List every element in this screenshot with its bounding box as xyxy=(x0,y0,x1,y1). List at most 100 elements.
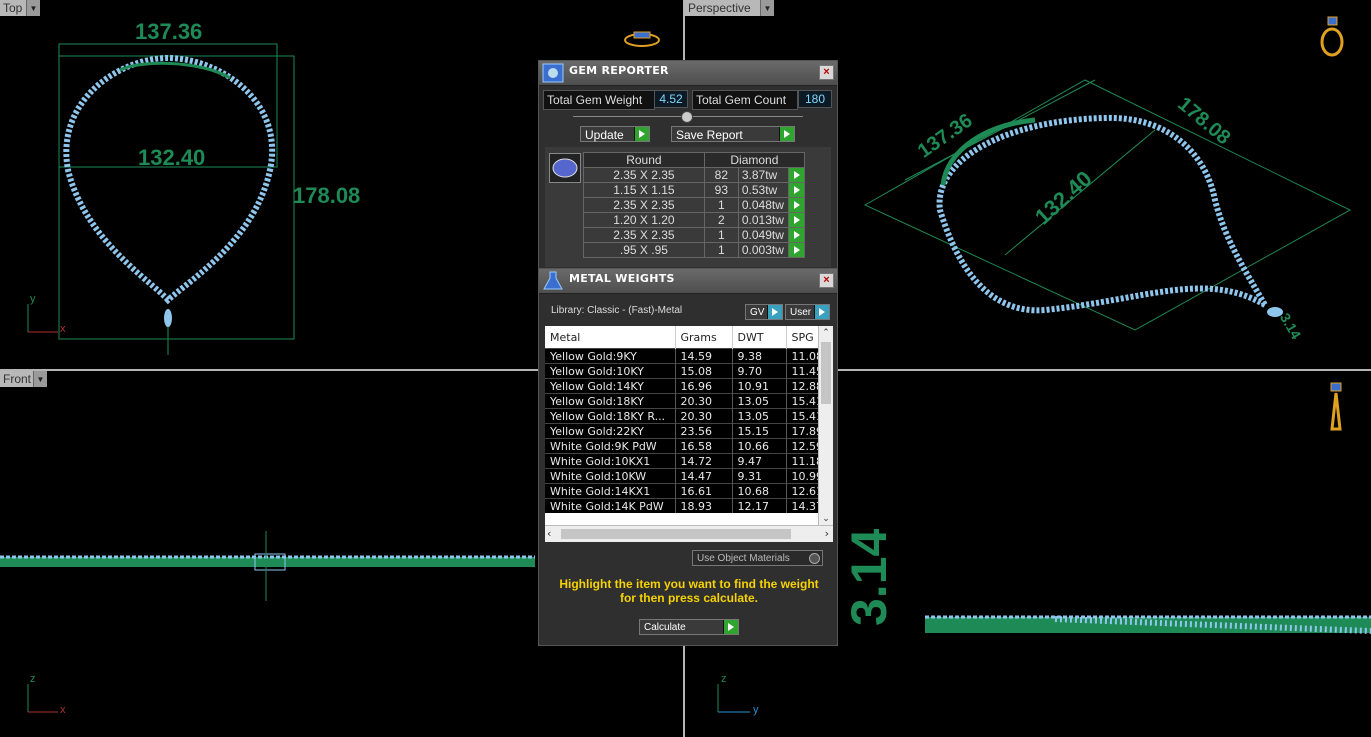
metal-dwt: 10.68 xyxy=(732,483,787,499)
update-button[interactable]: Update xyxy=(580,126,650,142)
metal-row[interactable]: White Gold:10KX1 14.72 9.47 11.18 xyxy=(545,453,833,469)
calculate-button[interactable]: Calculate xyxy=(639,619,739,635)
select-row-button[interactable] xyxy=(788,242,805,258)
metal-row[interactable]: White Gold:9K PdW 16.58 10.66 12.59 xyxy=(545,438,833,454)
metal-dwt: 9.38 xyxy=(732,348,787,364)
metal-grams: 20.30 xyxy=(675,408,733,424)
use-object-materials-toggle[interactable]: Use Object Materials xyxy=(692,550,823,566)
metal-row[interactable]: Yellow Gold:18KY R... 20.30 13.05 15.41 xyxy=(545,408,833,424)
scroll-thumb[interactable] xyxy=(821,342,831,404)
axis-z-label: z xyxy=(721,673,727,685)
metal-grams: 14.47 xyxy=(675,468,733,484)
metal-row[interactable]: White Gold:14KX1 16.61 10.68 12.61 xyxy=(545,483,833,499)
scroll-left-icon[interactable]: ‹ xyxy=(547,527,551,540)
gem-row[interactable]: 2.35 X 2.35 82 3.87tw xyxy=(583,167,805,183)
gem-row[interactable]: 1.15 X 1.15 93 0.53tw xyxy=(583,182,805,198)
metal-grams: 14.72 xyxy=(675,453,733,469)
gem-size: 2.35 X 2.35 xyxy=(583,227,705,243)
select-row-button[interactable] xyxy=(788,227,805,243)
ring-front-view-icon[interactable] xyxy=(1325,381,1347,433)
total-gem-weight-value: 4.52 xyxy=(654,90,688,108)
save-report-button[interactable]: Save Report xyxy=(671,126,795,142)
metal-row[interactable]: Yellow Gold:10KY 15.08 9.70 11.45 xyxy=(545,363,833,379)
metal-grams: 16.96 xyxy=(675,378,733,394)
gem-row[interactable]: 1.20 X 1.20 2 0.013tw xyxy=(583,212,805,228)
metal-name: Yellow Gold:18KY R... xyxy=(545,408,676,424)
gem-weight: 0.048tw xyxy=(737,197,790,213)
gem-count: 2 xyxy=(703,212,739,228)
gem-reporter-icon xyxy=(542,63,564,83)
metal-dwt: 9.47 xyxy=(732,453,787,469)
scroll-thumb[interactable] xyxy=(561,529,791,539)
viewport-top-label[interactable]: Top ▼ xyxy=(0,0,40,16)
user-library-button[interactable]: User xyxy=(785,304,830,320)
metal-column-header[interactable]: DWT xyxy=(732,326,787,349)
metal-dwt: 9.31 xyxy=(732,468,787,484)
gem-size: 1.15 X 1.15 xyxy=(583,182,705,198)
metal-dwt: 9.70 xyxy=(732,363,787,379)
metal-name: Yellow Gold:9KY xyxy=(545,348,676,364)
metal-dwt: 13.05 xyxy=(732,393,787,409)
metal-row[interactable]: White Gold:14K PdW 18.93 12.17 14.37 xyxy=(545,498,833,513)
gem-reporter-panel: GEM REPORTER × Total Gem Weight 4.52 Tot… xyxy=(538,60,838,272)
thickness-dimension: 3.14 xyxy=(841,528,897,626)
scroll-right-icon[interactable]: › xyxy=(825,527,829,540)
scroll-up-icon[interactable]: ⌃ xyxy=(819,326,833,340)
chevron-down-icon[interactable]: ▼ xyxy=(33,371,47,387)
select-row-button[interactable] xyxy=(788,167,805,183)
update-button-label: Update xyxy=(585,128,624,142)
metal-row[interactable]: Yellow Gold:22KY 23.56 15.15 17.89 xyxy=(545,423,833,439)
gem-row[interactable]: 2.35 X 2.35 1 0.049tw xyxy=(583,227,805,243)
gem-reporter-titlebar[interactable]: GEM REPORTER × xyxy=(539,61,837,86)
metal-name: Yellow Gold:14KY xyxy=(545,378,676,394)
gem-weight: 0.003tw xyxy=(737,242,790,258)
metal-row[interactable]: White Gold:10KW 14.47 9.31 10.99 xyxy=(545,468,833,484)
ring-view-icon[interactable] xyxy=(622,28,662,50)
gem-row[interactable]: 2.35 X 2.35 1 0.048tw xyxy=(583,197,805,213)
height-dimension: 178.08 xyxy=(293,183,361,208)
axis-x-label: x xyxy=(60,323,66,335)
scroll-down-icon[interactable]: ⌄ xyxy=(819,512,833,526)
metal-grams: 23.56 xyxy=(675,423,733,439)
chevron-down-icon[interactable]: ▼ xyxy=(26,0,40,16)
ring-side-view-icon[interactable] xyxy=(1317,14,1351,58)
metal-dwt: 15.15 xyxy=(732,423,787,439)
metal-name: White Gold:10KX1 xyxy=(545,453,676,469)
metal-name: White Gold:14K PdW xyxy=(545,498,676,513)
chevron-down-icon[interactable]: ▼ xyxy=(760,0,774,16)
metal-weights-titlebar[interactable]: METAL WEIGHTS × xyxy=(539,269,837,294)
gv-library-button[interactable]: GV xyxy=(745,304,783,320)
select-row-button[interactable] xyxy=(788,197,805,213)
viewport-front-label[interactable]: Front ▼ xyxy=(0,371,47,387)
axis-y-label: y xyxy=(753,704,759,716)
vertical-scrollbar[interactable]: ⌃ ⌄ xyxy=(818,326,833,526)
select-row-button[interactable] xyxy=(788,212,805,228)
horizontal-scrollbar[interactable]: ‹ › xyxy=(545,525,833,542)
viewport-front-label-text: Front xyxy=(3,372,32,386)
metal-row[interactable]: Yellow Gold:18KY 20.30 13.05 15.41 xyxy=(545,393,833,409)
select-row-button[interactable] xyxy=(788,182,805,198)
total-gem-count-label: Total Gem Count xyxy=(692,90,798,110)
metal-row[interactable]: Yellow Gold:14KY 16.96 10.91 12.88 xyxy=(545,378,833,394)
gem-size: .95 X .95 xyxy=(583,242,705,258)
library-label: Library: Classic - (Fast)-Metal xyxy=(551,305,683,316)
viewport-perspective-label[interactable]: Perspective ▼ xyxy=(685,0,774,16)
play-icon xyxy=(723,620,738,634)
metal-dwt: 12.17 xyxy=(732,498,787,513)
total-gem-weight-label: Total Gem Weight xyxy=(543,90,655,110)
metal-row[interactable]: Yellow Gold:9KY 14.59 9.38 11.08 xyxy=(545,348,833,364)
radio-icon[interactable] xyxy=(809,553,820,564)
metal-column-header[interactable]: Grams xyxy=(675,326,733,349)
gem-row[interactable]: .95 X .95 1 0.003tw xyxy=(583,242,805,258)
gem-count: 93 xyxy=(703,182,739,198)
metal-name: Yellow Gold:10KY xyxy=(545,363,676,379)
metal-column-header[interactable]: Metal xyxy=(545,326,676,349)
close-icon[interactable]: × xyxy=(819,65,834,80)
gem-count: 1 xyxy=(703,227,739,243)
axis-y-label: y xyxy=(30,293,36,305)
metal-dwt: 13.05 xyxy=(732,408,787,424)
splitter-handle-icon[interactable] xyxy=(681,111,693,123)
round-gem-icon[interactable] xyxy=(549,153,581,183)
close-icon[interactable]: × xyxy=(819,273,834,288)
axis-x-label: x xyxy=(60,704,66,716)
